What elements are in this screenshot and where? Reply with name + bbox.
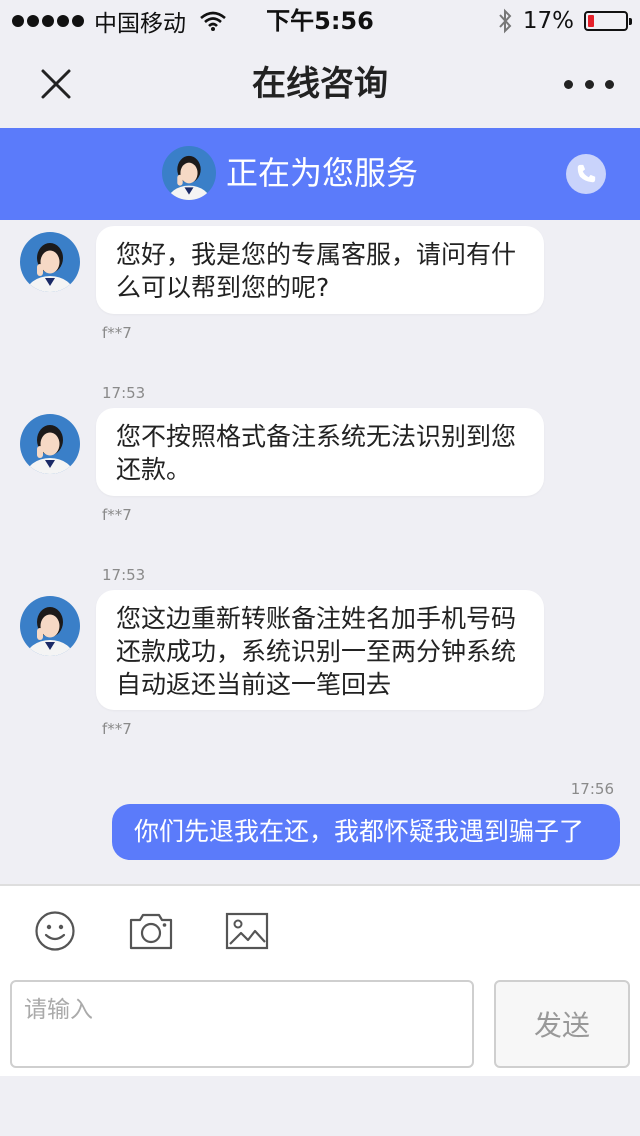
battery-level — [588, 15, 594, 27]
sender-name: f**7 — [102, 506, 132, 524]
input-toolbar: 发送 — [0, 884, 640, 1076]
message-text: 您不按照格式备注系统无法识别到您还款。 — [116, 422, 517, 484]
agent-message-bubble: 您好，我是您的专属客服，请问有什么可以帮到您的呢? — [96, 226, 544, 314]
message-text: 您这边重新转账备注姓名加手机号码还款成功，系统识别一至两分钟系统自动返还当前这一… — [116, 604, 517, 699]
message-timestamp: 17:53 — [102, 384, 146, 402]
user-message-bubble: 你们先退我在还，我都怀疑我遇到骗子了 — [112, 804, 620, 860]
send-button[interactable]: 发送 — [494, 980, 630, 1068]
service-banner: 正在为您服务 — [0, 128, 640, 220]
nav-bar: 在线咨询 — [0, 40, 640, 128]
chat-area[interactable]: 您好，我是您的专属客服，请问有什么可以帮到您的呢? f**7 17:53 您不按… — [0, 220, 640, 884]
message-timestamp: 17:56 — [570, 780, 614, 798]
status-right: 17% — [497, 6, 632, 36]
message-text: 您好，我是您的专属客服，请问有什么可以帮到您的呢? — [116, 240, 517, 302]
agent-avatar — [162, 146, 216, 200]
camera-icon[interactable] — [127, 908, 175, 954]
battery-icon — [584, 11, 632, 31]
banner-text: 正在为您服务 — [226, 154, 419, 192]
agent-message-bubble: 您这边重新转账备注姓名加手机号码还款成功，系统识别一至两分钟系统自动返还当前这一… — [96, 590, 544, 710]
bottom-area — [0, 1076, 640, 1136]
sender-name: f**7 — [102, 324, 132, 342]
phone-icon[interactable] — [566, 154, 606, 194]
more-icon[interactable] — [564, 70, 614, 98]
agent-avatar — [20, 232, 80, 292]
battery-percent: 17% — [522, 8, 574, 34]
sender-name: f**7 — [102, 720, 132, 738]
message-timestamp: 17:53 — [102, 566, 146, 584]
chat-screen: 中国移动 下午5:56 17% 在线咨询 正在为您服务 您好，我是您的专属客服，… — [0, 0, 640, 1136]
agent-message-bubble: 您不按照格式备注系统无法识别到您还款。 — [96, 408, 544, 496]
agent-avatar — [20, 596, 80, 656]
message-input[interactable] — [10, 980, 474, 1068]
image-icon[interactable] — [223, 908, 271, 954]
service-status: 正在为您服务 — [162, 146, 418, 200]
status-bar: 中国移动 下午5:56 17% — [0, 0, 640, 40]
bluetooth-icon — [499, 8, 512, 34]
agent-avatar — [20, 414, 80, 474]
message-text: 你们先退我在还，我都怀疑我遇到骗子了 — [134, 817, 585, 846]
emoji-icon[interactable] — [31, 908, 79, 954]
page-title: 在线咨询 — [252, 64, 388, 104]
